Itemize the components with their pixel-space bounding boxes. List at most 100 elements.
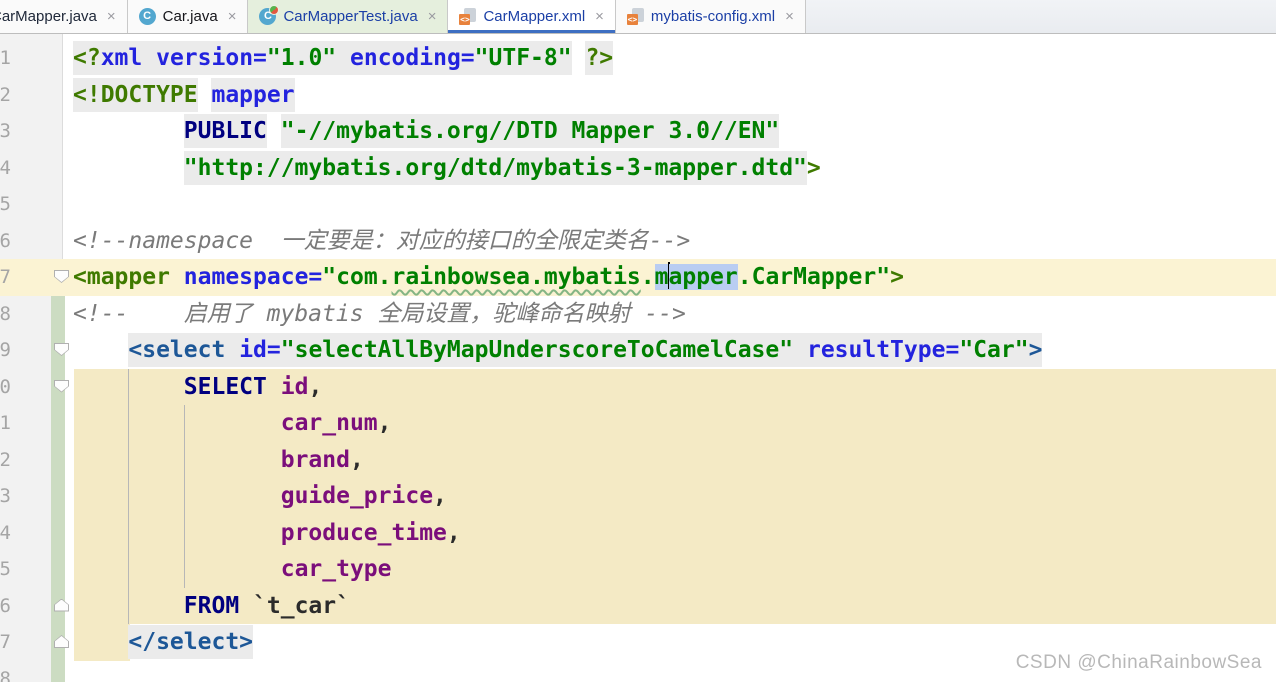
token: apper [668, 264, 738, 290]
line-number: 16 [0, 594, 11, 617]
tab-mybatis-config.xml[interactable]: mybatis-config.xml × [615, 0, 806, 33]
code-text: <!DOCTYPE mapper [73, 77, 1276, 114]
token: rainbowsea.mybatis [391, 264, 641, 290]
code-text: produce_time, [73, 515, 1276, 552]
tab-label: CarMapper.java [0, 8, 97, 25]
token [225, 333, 240, 367]
code-text: car_type [73, 551, 1276, 588]
token: encoding [350, 41, 461, 75]
token [793, 333, 807, 367]
token: namespace [183, 264, 309, 290]
token: `t_car` [253, 592, 350, 619]
token: "Car" [959, 333, 1029, 367]
line-number: 12 [0, 448, 11, 471]
token: xml [100, 41, 143, 75]
close-tab-icon[interactable]: × [428, 8, 437, 25]
code-text: SELECT id, [73, 369, 1276, 406]
line-number: 2 [0, 83, 11, 106]
code-line-11: 11 car_num, [0, 405, 1276, 442]
tab-CarMapper.java[interactable]: CCarMapper.java× [0, 0, 128, 33]
code-text: <select id="selectAllByMapUnderscoreToCa… [73, 332, 1276, 369]
tab-Car.java[interactable]: C Car.java × [127, 0, 249, 33]
code-line-4: 4 "http://mybatis.org/dtd/mybatis-3-mapp… [0, 150, 1276, 187]
token: "com. [322, 264, 392, 290]
code-line-13: 13 guide_price, [0, 478, 1276, 515]
token: car_num [280, 410, 378, 436]
line-number: 8 [0, 302, 11, 325]
token: <select [128, 333, 226, 367]
token: m [654, 264, 669, 290]
ide-window: CCarMapper.java×CCar.java×CCarMapperTest… [0, 0, 1276, 682]
token: > [890, 264, 904, 290]
token: <!--namespace 一定要是：对应的接口的全限定类名--> [73, 227, 691, 254]
token: = [460, 41, 475, 75]
code-line-15: 15 car_type [0, 551, 1276, 588]
close-tab-icon[interactable]: × [595, 8, 604, 25]
line-number: 10 [0, 375, 11, 398]
code-line-14: 14 produce_time, [0, 515, 1276, 552]
code-line-16: 16 FROM `t_car` [0, 588, 1276, 625]
token: = [945, 333, 960, 367]
code-line-2: 2 <!DOCTYPE mapper [0, 77, 1276, 114]
code-text: FROM `t_car` [73, 588, 1276, 625]
line-number: 18 [0, 667, 11, 682]
xml-file-icon [626, 8, 644, 25]
line-number: 7 [0, 266, 11, 288]
close-tab-icon[interactable]: × [107, 8, 116, 25]
token: id [239, 333, 267, 367]
close-tab-icon[interactable]: × [228, 8, 237, 25]
line-number: 17 [0, 631, 11, 653]
code-text: <mapper namespace="com.rainbowsea.mybati… [73, 259, 1276, 296]
tab-CarMapper.xml[interactable]: CarMapper.xml × [448, 0, 616, 33]
token: > [1028, 333, 1043, 367]
close-tab-icon[interactable]: × [785, 8, 794, 25]
token: id [280, 373, 309, 400]
line-number: 14 [0, 521, 11, 544]
java-test-icon: C [259, 5, 280, 25]
token: . [640, 264, 655, 290]
token: "http://mybatis.org/dtd/mybatis-3-mapper… [183, 150, 807, 185]
token: car_type [280, 556, 392, 582]
token: PUBLIC [183, 114, 267, 148]
token: , [433, 483, 447, 509]
code-line-8: 8 <!-- 启用了 mybatis 全局设置，驼峰命名映射 --> [0, 296, 1276, 333]
tab-label: CarMapperTest.java [283, 8, 418, 25]
line-number: 15 [0, 558, 11, 580]
token: <? [73, 41, 101, 75]
code-text: guide_price, [73, 478, 1276, 515]
code-line-12: 12 brand, [0, 442, 1276, 479]
tab-CarMapperTest.java[interactable]: C CarMapperTest.java × [248, 0, 449, 33]
token: , [308, 373, 323, 400]
code-line-6: 6 <!--namespace 一定要是：对应的接口的全限定类名--> [0, 223, 1276, 260]
code-text: <!-- 启用了 mybatis 全局设置，驼峰命名映射 --> [73, 296, 1276, 333]
token: <!DOCTYPE [73, 77, 198, 112]
line-number: 11 [0, 412, 11, 434]
java-class-icon: C [138, 8, 156, 25]
code-editor[interactable]: 1 <?xml version="1.0" encoding="UTF-8" ?>… [0, 34, 1276, 682]
token: = [308, 264, 323, 290]
code-line-10: 10 SELECT id, [0, 369, 1276, 406]
line-number: 5 [0, 193, 11, 215]
token: "1.0" [266, 41, 337, 75]
watermark: CSDN @ChinaRainbowSea [1015, 652, 1262, 673]
token: , [446, 519, 461, 546]
code-lines: 1 <?xml version="1.0" encoding="UTF-8" ?>… [0, 40, 1276, 682]
token: FROM [183, 592, 240, 619]
token: resultType [806, 333, 946, 367]
line-number: 3 [0, 120, 11, 142]
token: </select> [128, 625, 254, 659]
code-text: car_num, [73, 405, 1276, 442]
code-line-3: 3 PUBLIC "-//mybatis.org//DTD Mapper 3.0… [0, 113, 1276, 150]
token [336, 41, 351, 75]
